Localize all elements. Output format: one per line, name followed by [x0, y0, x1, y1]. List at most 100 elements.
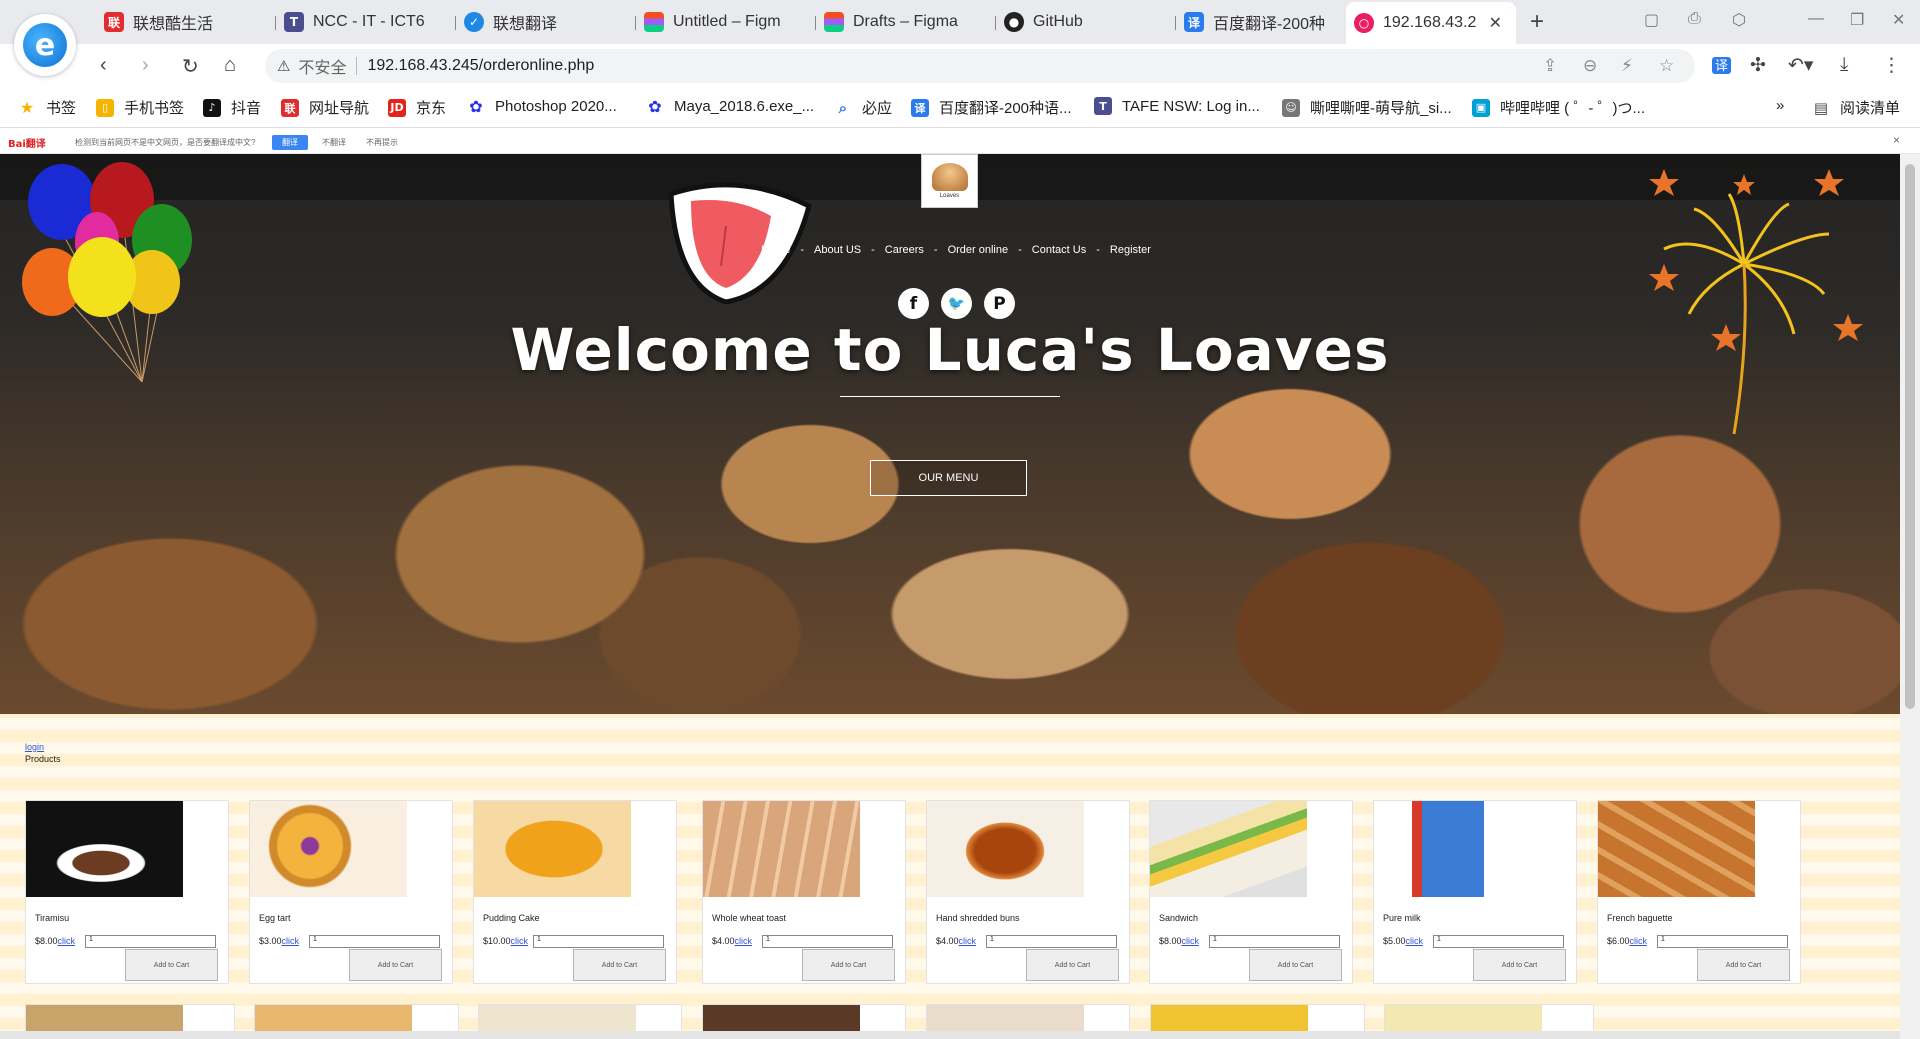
add-to-cart-button[interactable]: Add to Cart: [1473, 949, 1566, 981]
undo-icon[interactable]: ↶▾: [1788, 54, 1813, 77]
add-to-cart-button[interactable]: Add to Cart: [573, 949, 666, 981]
quantity-input[interactable]: 1: [309, 935, 440, 948]
menu-icon[interactable]: ⋮: [1882, 54, 1901, 77]
bookmark-item[interactable]: ♪ 抖音: [203, 97, 261, 118]
address-bar[interactable]: ⚠ 不安全 192.168.43.245/orderonline.php ⇪ ⊖…: [265, 49, 1695, 83]
never-prompt-button[interactable]: 不再提示: [366, 137, 398, 148]
translate-button[interactable]: 翻译: [272, 135, 308, 150]
tab-current[interactable]: ○ 192.168.43.2 ✕: [1346, 2, 1516, 44]
nav-order-online[interactable]: Order online: [948, 244, 1009, 256]
translate-icon[interactable]: 译: [1712, 54, 1732, 76]
close-icon[interactable]: ✕: [1489, 13, 1502, 33]
extension-icon[interactable]: ▢: [1644, 10, 1659, 30]
print-icon[interactable]: ⎙: [1688, 10, 1701, 28]
tab-ncc[interactable]: T NCC - IT - ICT6: [276, 4, 456, 40]
close-window-icon[interactable]: ✕: [1892, 10, 1905, 30]
more-bookmarks-icon[interactable]: »: [1776, 97, 1784, 114]
add-to-cart-button[interactable]: Add to Cart: [125, 949, 218, 981]
download-icon[interactable]: ⤓: [1840, 54, 1848, 76]
hero-banner: Loaves Home - About US - Careers - Order on…: [0, 154, 1900, 714]
quantity-input[interactable]: 1: [533, 935, 664, 948]
bookmark-item[interactable]: 译百度翻译-200种语...: [911, 97, 1072, 118]
add-to-cart-button[interactable]: Add to Cart: [1249, 949, 1342, 981]
quantity-input[interactable]: 1: [986, 935, 1117, 948]
security-label: 不安全: [298, 60, 347, 77]
bookmark-item[interactable]: ✿ Photoshop 2020...: [467, 97, 616, 116]
url-text[interactable]: 192.168.43.245/orderonline.php: [367, 57, 594, 75]
twitter-icon[interactable]: 🐦: [941, 288, 972, 319]
add-to-cart-button[interactable]: Add to Cart: [349, 949, 442, 981]
nav-home[interactable]: Home: [761, 244, 790, 256]
bookmark-item[interactable]: 联网址导航: [281, 97, 369, 118]
close-icon[interactable]: ×: [1893, 133, 1900, 147]
forward-icon[interactable]: ›: [142, 54, 149, 77]
click-link[interactable]: click: [511, 936, 529, 946]
add-to-cart-button[interactable]: Add to Cart: [1026, 949, 1119, 981]
products-label: Products: [25, 754, 61, 764]
add-to-cart-button[interactable]: Add to Cart: [802, 949, 895, 981]
quantity-input[interactable]: 1: [1209, 935, 1340, 948]
tiktok-icon: ♪: [203, 98, 221, 117]
horizontal-scrollbar[interactable]: [0, 1031, 1900, 1039]
click-link[interactable]: click: [282, 936, 300, 946]
quantity-input[interactable]: 1: [85, 935, 216, 948]
pinterest-icon[interactable]: P: [984, 288, 1015, 319]
tab-figma-drafts[interactable]: Drafts – Figma: [816, 4, 996, 40]
bookmark-item[interactable]: ☺ 嘶哩嘶哩-萌导航_si...: [1282, 97, 1452, 118]
click-link[interactable]: click: [1182, 936, 1200, 946]
favorite-star-icon[interactable]: ☆: [1659, 56, 1674, 76]
tab-baidu-translate[interactable]: 译 百度翻译-200种: [1176, 4, 1356, 40]
login-link[interactable]: login: [25, 742, 44, 752]
shirt-icon[interactable]: ⬡: [1732, 10, 1746, 30]
nav-register[interactable]: Register: [1110, 244, 1151, 256]
bookmark-item[interactable]: ★ 书签: [18, 97, 76, 118]
quantity-input[interactable]: 1: [1657, 935, 1788, 948]
site-logo[interactable]: Loaves: [921, 154, 978, 208]
github-icon: ●: [1004, 12, 1024, 32]
nav-careers[interactable]: Careers: [885, 244, 924, 256]
back-icon[interactable]: ‹: [100, 54, 107, 77]
tab-figma-untitled[interactable]: Untitled – Figm: [636, 4, 816, 40]
tab-github[interactable]: ● GitHub: [996, 4, 1176, 40]
click-link[interactable]: click: [1630, 936, 1648, 946]
click-link[interactable]: click: [1406, 936, 1424, 946]
vertical-scrollbar[interactable]: [1900, 154, 1920, 1039]
new-tab-icon[interactable]: +: [1530, 8, 1544, 36]
product-price: $4.00click: [936, 936, 977, 946]
baidu-translate-icon: 译: [911, 98, 929, 117]
star-icon: ★: [19, 98, 35, 117]
dont-translate-button[interactable]: 不翻译: [322, 137, 346, 148]
click-link[interactable]: click: [959, 936, 977, 946]
click-link[interactable]: click: [735, 936, 753, 946]
reading-list[interactable]: ▤ 阅读清单: [1812, 97, 1900, 118]
scrollbar-thumb[interactable]: [1905, 164, 1915, 709]
puzzle-icon[interactable]: ✣: [1750, 54, 1766, 77]
t-icon: T: [1094, 97, 1112, 115]
tab-lenovo-translate[interactable]: ✓ 联想翻译: [456, 4, 636, 40]
browser-logo-icon[interactable]: e: [14, 14, 76, 76]
our-menu-button[interactable]: OUR MENU: [870, 460, 1027, 496]
nav-contact-us[interactable]: Contact Us: [1032, 244, 1086, 256]
bookmark-item[interactable]: ⌕ 必应: [834, 97, 892, 118]
bookmark-item[interactable]: T TAFE NSW: Log in...: [1094, 97, 1260, 115]
bookmark-item[interactable]: ▣ 哔哩哔哩 ( ゜- ゜)つ...: [1472, 97, 1645, 118]
tab-lenovo[interactable]: 联 联想酷生活: [96, 4, 276, 40]
nav-about-us[interactable]: About US: [814, 244, 861, 256]
bookmark-item[interactable]: ✿ Maya_2018.6.exe_...: [646, 97, 814, 116]
share-icon[interactable]: ⇪: [1543, 56, 1557, 76]
click-link[interactable]: click: [58, 936, 76, 946]
page-content: Loaves Home - About US - Careers - Order on…: [0, 154, 1900, 1039]
bookmark-item[interactable]: ▯ 手机书签: [96, 97, 184, 118]
minimize-icon[interactable]: —: [1808, 10, 1824, 28]
zoom-icon[interactable]: ⊖: [1583, 56, 1597, 76]
main-nav: Home - About US - Careers - Order online - C…: [761, 244, 1151, 256]
home-icon[interactable]: ⌂: [224, 54, 236, 77]
bookmark-item[interactable]: JD 京东: [388, 97, 446, 118]
lightning-icon[interactable]: ⚡: [1621, 56, 1633, 76]
add-to-cart-button[interactable]: Add to Cart: [1697, 949, 1790, 981]
facebook-icon[interactable]: f: [898, 288, 929, 319]
quantity-input[interactable]: 1: [1433, 935, 1564, 948]
quantity-input[interactable]: 1: [762, 935, 893, 948]
reload-icon[interactable]: ↻: [182, 54, 199, 79]
maximize-icon[interactable]: ❐: [1850, 10, 1864, 30]
